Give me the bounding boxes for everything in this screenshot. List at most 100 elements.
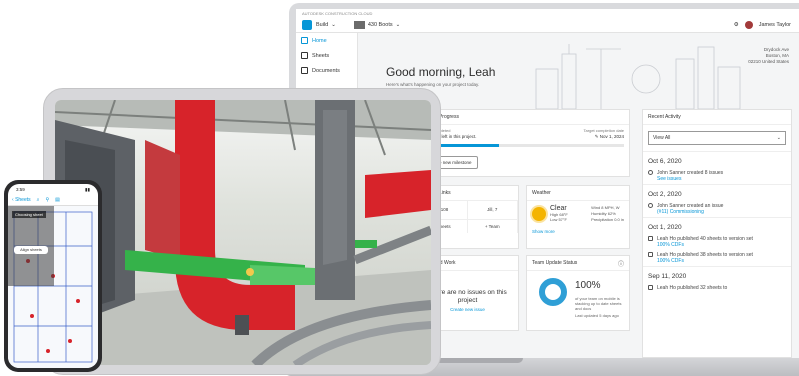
header-right: ⚙ James Taylor [734, 21, 791, 29]
weather-card: Weather Clear High 68°F Low 57°F Wind 8 … [526, 185, 630, 249]
team-update-text: of your team on mobile is stacking up to… [575, 296, 627, 318]
activity-item[interactable]: Leah Ho published 32 sheets to [643, 283, 791, 293]
card-title: Recent Activity [643, 110, 791, 125]
weather-details: Wind 8 MPH, W Humidity 62% Precipitation… [591, 205, 624, 223]
card-title: Weather [527, 186, 629, 201]
progress-right-label: Target completion date [583, 128, 624, 133]
phone-device: 3:59 ▮▮ ‹ Sheets ⌕ ⚲ ▤ Choosing sheet Al… [4, 180, 102, 372]
sheet-icon [648, 285, 653, 290]
sidebar-item-home[interactable]: Home [296, 33, 357, 48]
phone-status-bar: 3:59 ▮▮ [8, 184, 98, 194]
activity-link[interactable]: 100% CDFs [657, 242, 786, 248]
activity-date: Oct 6, 2020 [643, 151, 791, 168]
layers-icon[interactable]: ▤ [55, 197, 60, 203]
red-duct [175, 100, 295, 330]
address-line: 02210 United States [748, 59, 789, 64]
weather-condition: Clear [550, 205, 567, 212]
skyline-illustration [535, 44, 741, 109]
back-button[interactable]: ‹ Sheets [12, 197, 31, 203]
chevron-down-icon: ⌄ [776, 135, 781, 141]
user-name[interactable]: James Taylor [759, 22, 791, 28]
show-more-link[interactable]: Show more [527, 227, 629, 236]
team-update-last: Last updated 5 days ago [575, 313, 619, 318]
avatar[interactable] [744, 21, 753, 29]
back-label: Sheets [15, 196, 31, 203]
weather-main: Clear High 68°F Low 57°F [550, 205, 568, 223]
sidebar-item-sheets[interactable]: Sheets [296, 48, 357, 63]
weather-precip: Precipitation 0.0 in [591, 217, 624, 222]
progress-bar [422, 144, 624, 147]
project-switcher[interactable]: 430 Boots ⌄ [353, 21, 401, 29]
issue-icon [648, 170, 653, 175]
documents-icon [301, 67, 308, 74]
weather-body: Clear High 68°F Low 57°F Wind 8 MPH, W H… [527, 201, 629, 227]
weather-low: Low 57°F [550, 217, 567, 222]
activity-filter-value: View All [653, 135, 671, 141]
sun-icon [532, 207, 546, 221]
card-title: Team Update Status [527, 256, 629, 271]
team-link[interactable]: Jill, 7 [467, 201, 518, 220]
sheet-icon [648, 252, 653, 257]
activity-item[interactable]: Leah Ho published 38 sheets to version s… [643, 250, 791, 266]
clash-marker[interactable] [246, 268, 254, 276]
activity-item[interactable]: John Sanner created 8 issues See issues [643, 168, 791, 184]
chevron-down-icon[interactable]: ⌄ [331, 22, 336, 28]
activity-item[interactable]: Leah Ho published 40 sheets to version s… [643, 234, 791, 250]
activity-link[interactable]: See issues [657, 176, 786, 182]
sheets-icon [301, 52, 308, 59]
sheet-picker-chip[interactable]: Choosing sheet [12, 211, 46, 218]
target-date: Nov 1, 2024 [599, 134, 624, 139]
bim-3d-viewer[interactable] [55, 100, 431, 365]
add-team-button[interactable]: + Team [468, 220, 518, 233]
tablet-device [43, 88, 441, 375]
activity-item[interactable]: John Sanner created an issue (#11) Commi… [643, 201, 791, 217]
team-update-card: Team Update Status ⓘ 100% of your team o… [526, 255, 630, 331]
build-logo-icon[interactable] [302, 20, 312, 30]
team-count: Jill, 7 [487, 207, 498, 212]
app-topline: AUTODESK CONSTRUCTION CLOUD [296, 9, 799, 18]
team-update-percent: 100% [575, 280, 601, 291]
sheet-icon [648, 236, 653, 241]
phone-nav-bar: ‹ Sheets ⌕ ⚲ ▤ [8, 194, 98, 206]
team-update-description: of your team on mobile is stacking up to… [575, 296, 622, 311]
gear-icon[interactable]: ⚙ [734, 22, 739, 28]
red-duct-side [145, 140, 180, 260]
recent-activity-card: Recent Activity View All ⌄ Oct 6, 2020 J… [642, 109, 792, 358]
laptop-notch [433, 358, 523, 363]
bim-model-render [55, 100, 431, 365]
activity-link[interactable]: 100% CDFs [657, 258, 786, 264]
home-icon [301, 37, 308, 44]
green-fitting [355, 240, 377, 248]
vertical-duct-face [323, 110, 347, 265]
greeting-title: Good morning, Leah [386, 65, 496, 79]
progress-values: 51d days left in this project. ✎ Nov 1, … [417, 133, 629, 141]
red-duct-right [365, 170, 431, 218]
sidebar-item-label: Documents [312, 67, 340, 74]
phone-time: 3:59 [16, 187, 25, 192]
info-icon[interactable]: ⓘ [618, 259, 624, 268]
activity-filter-select[interactable]: View All ⌄ [648, 131, 786, 145]
team-update-donut [539, 278, 567, 306]
card-title: Project Progress [417, 110, 629, 125]
activity-date: Oct 2, 2020 [643, 184, 791, 201]
app-header: Build ⌄ 430 Boots ⌄ ⚙ James Taylor [296, 18, 799, 33]
phone-screen: 3:59 ▮▮ ‹ Sheets ⌕ ⚲ ▤ Choosing sheet Al… [8, 184, 98, 368]
sidebar-item-label: Home [312, 37, 327, 44]
support-post [235, 315, 249, 335]
activity-date: Sep 11, 2020 [643, 266, 791, 283]
issue-icon [648, 203, 653, 208]
sidebar-item-documents[interactable]: Documents [296, 63, 357, 78]
project-thumbnail [353, 21, 365, 29]
search-icon[interactable]: ⌕ [37, 197, 40, 203]
chevron-down-icon: ⌄ [395, 22, 401, 28]
project-address: Drydock Ave Boston, MA 02210 United Stat… [748, 47, 789, 65]
sidebar-item-label: Sheets [312, 52, 330, 59]
activity-text: Leah Ho published 32 sheets to [657, 285, 728, 291]
green-pipe-highlight [250, 265, 315, 285]
align-sheets-button[interactable]: Align sheets [14, 246, 48, 254]
sheets-count: 108 [440, 207, 449, 212]
filter-icon[interactable]: ⚲ [45, 197, 49, 203]
product-switcher[interactable]: Build [316, 22, 328, 28]
progress-labels: 38% Completed Target completion date [417, 125, 629, 133]
activity-link[interactable]: (#11) Commissioning [657, 209, 786, 215]
